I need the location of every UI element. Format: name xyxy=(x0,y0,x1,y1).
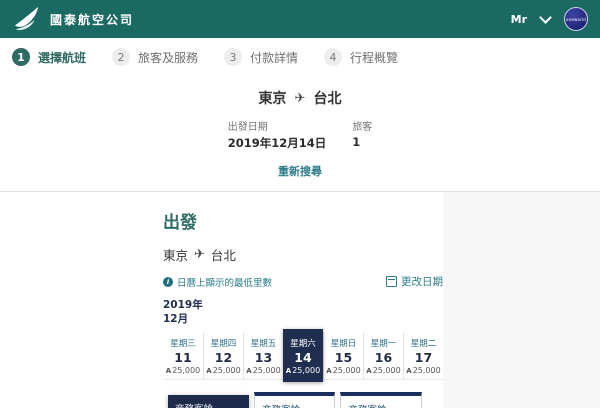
date-day: 15 xyxy=(334,350,353,366)
step-select-flights[interactable]: 1 選擇航班 xyxy=(12,48,86,66)
change-date-label: 更改日期 xyxy=(401,276,443,288)
asia-miles-icon: A xyxy=(165,367,172,376)
plane-icon: ✈ xyxy=(194,247,205,262)
date-weekday: 星期五 xyxy=(250,339,277,350)
summary-route: 東京 ✈ 台北 xyxy=(0,88,600,108)
date-day: 16 xyxy=(374,350,393,366)
fare-card-flexible[interactable]: 商務客艙 靈活賞 A40,000起 xyxy=(254,392,336,408)
date-strip: 星期三 11 A25,000 星期四 12 A25,000 星期五 13 A25… xyxy=(163,329,443,383)
asia-miles-icon: A xyxy=(406,367,412,376)
fare-card-tailored[interactable]: 商務客艙 隨心賞 A57,000起 xyxy=(340,392,422,408)
date-miles: A25,000 xyxy=(246,366,281,376)
departure-date-value: 2019年12月14日 xyxy=(227,136,327,150)
search-summary: 東京 ✈ 台北 出發日期 2019年12月14日 旅客 1 重新搜尋 xyxy=(0,76,600,192)
passengers-value: 1 xyxy=(352,135,361,149)
fare-cabin: 商務客艙 xyxy=(262,402,327,408)
right-gutter xyxy=(443,192,600,408)
asia-miles-icon: A xyxy=(285,367,292,376)
date-day: 17 xyxy=(414,350,433,366)
step-itinerary-overview[interactable]: 4 行程概覽 xyxy=(324,48,398,66)
asia-miles-icon: A xyxy=(326,367,332,376)
asia-miles-icon: A xyxy=(366,367,372,376)
cathay-logo[interactable]: 國泰航空公司 xyxy=(12,6,134,32)
step-number: 3 xyxy=(224,48,243,66)
step-passengers-services[interactable]: 2 旅客及服務 xyxy=(112,48,198,66)
departure-section: 出發 東京 ✈ 台北 i 日曆上顯示的最低里數 更改日期 2019年12月 星期… xyxy=(0,192,443,408)
asia-miles-icon: A xyxy=(206,367,212,376)
date-cell[interactable]: 星期日 15 A25,000 xyxy=(323,332,363,380)
date-cell[interactable]: 星期三 11 A25,000 xyxy=(163,332,203,380)
date-cell[interactable]: 星期二 17 A25,000 xyxy=(403,332,443,380)
date-cell-selected[interactable]: 星期六 14 A25,000 xyxy=(283,329,323,383)
passengers-block: 旅客 1 xyxy=(352,118,372,151)
calendar-note: i 日曆上顯示的最低里數 xyxy=(163,275,272,289)
origin-city: 東京 xyxy=(258,91,287,107)
asia-miles-icon: A xyxy=(246,367,252,376)
date-day: 13 xyxy=(254,350,273,366)
user-title[interactable]: Mr xyxy=(511,13,527,26)
step-payment-details[interactable]: 3 付款詳情 xyxy=(224,48,298,66)
fare-carousel: 商務客艙 標準賞 A25,000起 商務客艙 靈活賞 A40,000起 商務客艙 xyxy=(168,392,443,408)
origin-city: 東京 xyxy=(163,248,189,263)
destination-city: 台北 xyxy=(210,248,236,263)
section-title: 出發 xyxy=(163,213,197,233)
date-weekday: 星期三 xyxy=(170,339,196,350)
fare-cabin: 商務客艙 xyxy=(175,401,242,408)
fare-cabin: 商務客艙 xyxy=(348,402,413,408)
date-weekday: 星期四 xyxy=(210,339,237,350)
departure-date-block: 出發日期 2019年12月14日 xyxy=(228,118,327,151)
oneworld-badge[interactable]: oneworld xyxy=(564,7,588,31)
app-header: 國泰航空公司 Mr oneworld xyxy=(0,0,600,38)
date-miles: A25,000 xyxy=(285,366,321,376)
step-label: 旅客及服務 xyxy=(138,50,199,65)
departure-date-label: 出發日期 xyxy=(227,122,268,133)
calendar-icon xyxy=(386,276,397,287)
date-cell[interactable]: 星期五 13 A25,000 xyxy=(243,332,283,380)
info-icon: i xyxy=(163,276,173,287)
date-weekday: 星期日 xyxy=(330,339,357,350)
brand-name: 國泰航空公司 xyxy=(50,12,135,27)
new-search-link[interactable]: 重新搜尋 xyxy=(278,163,322,179)
brushwing-icon xyxy=(14,6,39,31)
step-nav: 1 選擇航班 2 旅客及服務 3 付款詳情 4 行程概覽 xyxy=(0,38,600,76)
calendar-note-text: 日曆上顯示的最低里數 xyxy=(177,277,273,289)
date-day: 14 xyxy=(294,350,312,366)
fare-card-standard[interactable]: 商務客艙 標準賞 A25,000起 xyxy=(168,395,250,408)
step-label: 付款詳情 xyxy=(250,50,299,65)
step-label: 行程概覽 xyxy=(350,50,399,65)
step-number: 4 xyxy=(324,48,343,66)
step-label: 選擇航班 xyxy=(38,50,87,65)
destination-city: 台北 xyxy=(313,91,342,107)
date-day: 11 xyxy=(174,350,192,366)
step-number: 2 xyxy=(112,48,131,66)
passengers-label: 旅客 xyxy=(352,122,373,133)
date-miles: A25,000 xyxy=(326,366,361,376)
date-day: 12 xyxy=(214,350,233,366)
section-route: 東京 ✈ 台北 xyxy=(163,245,443,264)
date-weekday: 星期六 xyxy=(290,339,316,350)
date-miles: A25,000 xyxy=(206,366,241,376)
date-cell[interactable]: 星期四 12 A25,000 xyxy=(203,332,243,380)
date-miles: A25,000 xyxy=(366,366,401,376)
date-cell[interactable]: 星期一 16 A25,000 xyxy=(363,332,403,380)
booking-page: 國泰航空公司 Mr oneworld 1 選擇航班 2 旅客及服務 3 付款詳情… xyxy=(0,0,600,408)
date-weekday: 星期一 xyxy=(370,339,397,350)
date-miles: A25,000 xyxy=(165,366,201,376)
plane-icon: ✈ xyxy=(294,90,306,106)
change-date-link[interactable]: 更改日期 xyxy=(386,274,443,289)
date-miles: A25,000 xyxy=(406,366,441,376)
oneworld-label: oneworld xyxy=(565,16,587,22)
date-weekday: 星期二 xyxy=(410,339,437,350)
step-number: 1 xyxy=(12,48,30,66)
chevron-down-icon[interactable] xyxy=(539,10,552,24)
month-label: 2019年12月 xyxy=(163,299,203,325)
